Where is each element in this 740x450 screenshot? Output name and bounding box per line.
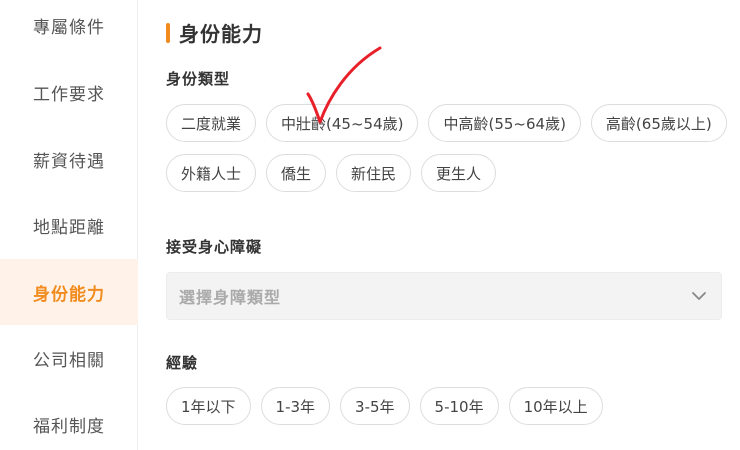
disability-label: 接受身心障礙 (166, 238, 263, 256)
sidebar-item-salary[interactable]: 薪資待遇 (0, 126, 138, 192)
section-title: 身份能力 (166, 18, 263, 47)
sidebar-item-location[interactable]: 地點距離 (0, 192, 138, 258)
sidebar-item-identity[interactable]: 身份能力 (0, 259, 138, 325)
chip-exp-1-3[interactable]: 1-3年 (260, 387, 331, 425)
disability-select-placeholder: 選擇身障類型 (179, 288, 282, 307)
filter-panel: 專屬條件 工作要求 薪資待遇 地點距離 身份能力 公司相關 福利制度 身份能力 … (0, 0, 740, 450)
experience-chip-row: 1年以下 1-3年 3-5年 5-10年 10年以上 (166, 387, 603, 425)
identity-type-label: 身份類型 (166, 70, 231, 88)
sidebar-item-company[interactable]: 公司相關 (0, 325, 138, 391)
sidebar-item-exclusive[interactable]: 專屬條件 (0, 0, 138, 58)
chip-exp-3-5[interactable]: 3-5年 (340, 387, 410, 425)
chip-elderly[interactable]: 高齡(65歲以上) (590, 104, 727, 142)
chevron-down-icon (689, 286, 709, 306)
sidebar: 專屬條件 工作要求 薪資待遇 地點距離 身份能力 公司相關 福利制度 (0, 0, 138, 450)
chip-senior-middle-age[interactable]: 中高齡(55~64歲) (428, 104, 581, 142)
disability-type-select[interactable]: 選擇身障類型 (166, 272, 722, 320)
identity-chip-row-1: 二度就業 中壯齡(45~54歲) 中高齡(55~64歲) 高齡(65歲以上) (166, 104, 727, 142)
chip-new-resident[interactable]: 新住民 (336, 154, 412, 192)
sidebar-item-job-requirements[interactable]: 工作要求 (0, 59, 138, 125)
chip-exp-under-1[interactable]: 1年以下 (166, 387, 251, 425)
section-title-text: 身份能力 (179, 22, 263, 46)
chip-exp-5-10[interactable]: 5-10年 (419, 387, 499, 425)
chip-second-employment[interactable]: 二度就業 (166, 104, 257, 142)
chip-foreigner[interactable]: 外籍人士 (166, 154, 257, 192)
chip-middle-age[interactable]: 中壯齡(45~54歲) (266, 104, 419, 142)
main-content: 身份能力 身份類型 二度就業 中壯齡(45~54歲) 中高齡(55~64歲) 高… (138, 0, 740, 450)
chip-overseas-student[interactable]: 僑生 (266, 154, 327, 192)
title-accent-bar (166, 22, 170, 43)
chip-ex-offender[interactable]: 更生人 (421, 154, 497, 192)
sidebar-item-benefits[interactable]: 福利制度 (0, 391, 138, 450)
identity-chip-row-2: 外籍人士 僑生 新住民 更生人 (166, 154, 497, 192)
chip-exp-over-10[interactable]: 10年以上 (508, 387, 603, 425)
experience-label: 經驗 (166, 354, 199, 372)
